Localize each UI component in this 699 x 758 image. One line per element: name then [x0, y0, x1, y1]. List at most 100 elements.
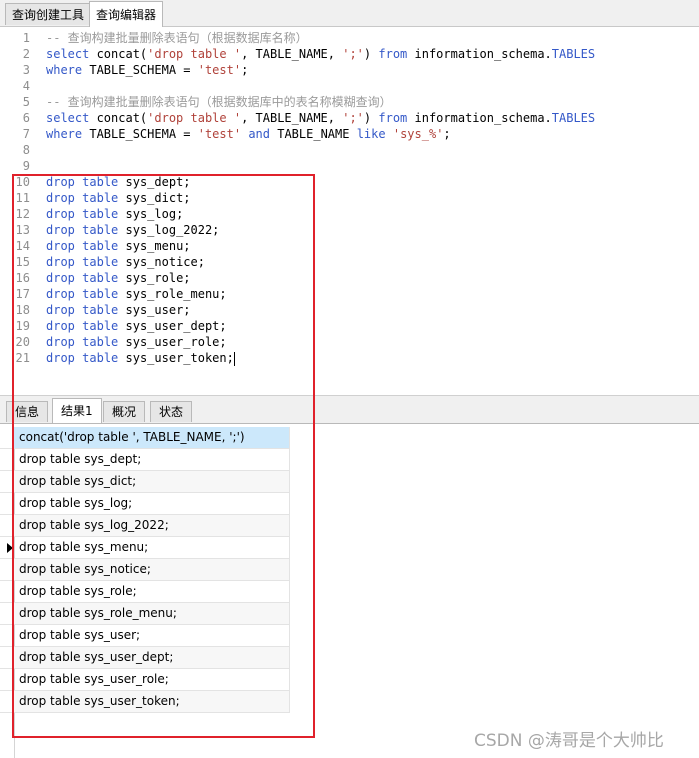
- sql-token: sys_role_menu;: [118, 287, 227, 301]
- sql-keyword: drop: [46, 303, 75, 317]
- tab-query-editor[interactable]: 查询编辑器: [89, 1, 164, 27]
- line-number: 2: [22, 47, 30, 61]
- row-indicator: [0, 471, 15, 492]
- table-cell[interactable]: drop table sys_user_role;: [14, 669, 290, 690]
- table-cell[interactable]: drop table sys_role_menu;: [14, 603, 290, 624]
- table-cell[interactable]: drop table sys_menu;: [14, 537, 290, 558]
- table-row[interactable]: drop table sys_role_menu;: [0, 603, 290, 625]
- tab-profile[interactable]: 概况: [103, 401, 146, 422]
- column-header[interactable]: concat('drop table ', TABLE_NAME, ';'): [14, 427, 290, 448]
- sql-token: sys_notice;: [118, 255, 205, 269]
- sql-keyword: drop: [46, 255, 75, 269]
- line-number: 6: [22, 111, 30, 125]
- line-number: 7: [22, 127, 30, 141]
- code-text: -- 查询构建批量删除表语句（根据数据库名称）: [46, 30, 308, 46]
- line-number: 9: [22, 159, 30, 173]
- line-number: 11: [15, 191, 30, 205]
- table-row[interactable]: drop table sys_notice;: [0, 559, 290, 581]
- table-row[interactable]: drop table sys_user_dept;: [0, 647, 290, 669]
- table-cell[interactable]: drop table sys_log;: [14, 493, 290, 514]
- sql-keyword: table: [82, 303, 119, 317]
- sql-token: sys_user;: [118, 303, 191, 317]
- sql-token: TABLE_SCHEMA =: [82, 127, 198, 141]
- line-number: 19: [15, 319, 30, 333]
- sql-keyword: table: [82, 207, 119, 221]
- table-row[interactable]: drop table sys_log;: [0, 493, 290, 515]
- table-row[interactable]: drop table sys_user_role;: [0, 669, 290, 691]
- sql-keyword: drop: [46, 351, 75, 365]
- code-text: select concat('drop table ', TABLE_NAME,…: [46, 110, 595, 126]
- line-number: 12: [15, 207, 30, 221]
- row-indicator: [0, 691, 15, 712]
- sql-keyword: select: [46, 47, 90, 61]
- row-indicator: [0, 647, 15, 668]
- sql-keyword: table: [82, 223, 119, 237]
- table-cell[interactable]: drop table sys_dept;: [14, 449, 290, 470]
- sql-keyword: where: [46, 63, 83, 77]
- line-number: 15: [15, 255, 30, 269]
- sql-keyword: table: [82, 287, 119, 301]
- sql-token: sys_user_token;: [118, 351, 234, 365]
- table-row[interactable]: drop table sys_user;: [0, 625, 290, 647]
- watermark: CSDN @涛哥是个大帅比: [474, 731, 664, 751]
- sql-token: ): [363, 111, 379, 125]
- line-number: 5: [22, 95, 30, 109]
- table-cell[interactable]: drop table sys_user_dept;: [14, 647, 290, 668]
- sql-token: ;: [241, 63, 249, 77]
- editor-tab-bar: 查询创建工具 查询编辑器: [0, 0, 699, 27]
- line-number: 10: [15, 175, 30, 189]
- sql-string: 'test': [197, 127, 242, 141]
- row-indicator: [0, 603, 15, 624]
- table-row[interactable]: drop table sys_role;: [0, 581, 290, 603]
- result-tab-bar: 信息 结果1 概况 状态: [0, 395, 699, 424]
- code-text: where TABLE_SCHEMA = 'test';: [46, 62, 248, 78]
- row-indicator: [0, 581, 15, 602]
- code-text: drop table sys_user_dept;: [46, 318, 227, 334]
- table-cell[interactable]: drop table sys_role;: [14, 581, 290, 602]
- row-indicator: [0, 537, 15, 558]
- sql-token: concat(: [89, 47, 148, 61]
- tab-status[interactable]: 状态: [150, 401, 193, 422]
- sql-token: sys_user_role;: [118, 335, 227, 349]
- sql-token: ): [363, 47, 379, 61]
- sql-token: sys_role;: [118, 271, 191, 285]
- line-number: 13: [15, 223, 30, 237]
- sql-keyword: table: [82, 255, 119, 269]
- sql-keyword: select: [46, 111, 90, 125]
- sql-keyword: drop: [46, 223, 75, 237]
- table-row[interactable]: drop table sys_user_token;: [0, 691, 290, 713]
- sql-keyword: table: [82, 175, 119, 189]
- grid-header-row: concat('drop table ', TABLE_NAME, ';'): [0, 427, 290, 449]
- table-cell[interactable]: drop table sys_log_2022;: [14, 515, 290, 536]
- table-cell[interactable]: drop table sys_notice;: [14, 559, 290, 580]
- code-text: drop table sys_dept;: [46, 174, 191, 190]
- tab-info[interactable]: 信息: [6, 401, 49, 422]
- sql-keyword: drop: [46, 271, 75, 285]
- line-number: 3: [22, 63, 30, 77]
- table-row[interactable]: drop table sys_log_2022;: [0, 515, 290, 537]
- sql-keyword: drop: [46, 287, 75, 301]
- sql-token: sys_menu;: [118, 239, 191, 253]
- sql-keyword: and: [248, 127, 270, 141]
- sql-keyword: drop: [46, 319, 75, 333]
- table-row[interactable]: drop table sys_dict;: [0, 471, 290, 493]
- row-indicator: [0, 427, 15, 448]
- sql-keyword: table: [82, 271, 119, 285]
- sql-token: information_schema.: [407, 111, 552, 125]
- tab-query-builder[interactable]: 查询创建工具: [5, 3, 92, 25]
- sql-keyword: drop: [46, 335, 75, 349]
- line-number: 18: [15, 303, 30, 317]
- sql-editor[interactable]: 1 -- 查询构建批量删除表语句（根据数据库名称） 2 select concat('…: [0, 27, 699, 395]
- table-row[interactable]: drop table sys_menu;: [0, 537, 290, 559]
- sql-keyword: drop: [46, 191, 75, 205]
- code-text: drop table sys_log_2022;: [46, 222, 219, 238]
- table-cell[interactable]: drop table sys_user_token;: [14, 691, 290, 712]
- sql-keyword: drop: [46, 207, 75, 221]
- table-cell[interactable]: drop table sys_dict;: [14, 471, 290, 492]
- line-number: 21: [15, 351, 30, 365]
- sql-comment: -- 查询构建批量删除表语句（根据数据库名称）: [46, 31, 308, 45]
- code-text: drop table sys_user_token;: [46, 350, 235, 366]
- table-cell[interactable]: drop table sys_user;: [14, 625, 290, 646]
- table-row[interactable]: drop table sys_dept;: [0, 449, 290, 471]
- tab-result-1[interactable]: 结果1: [52, 398, 102, 423]
